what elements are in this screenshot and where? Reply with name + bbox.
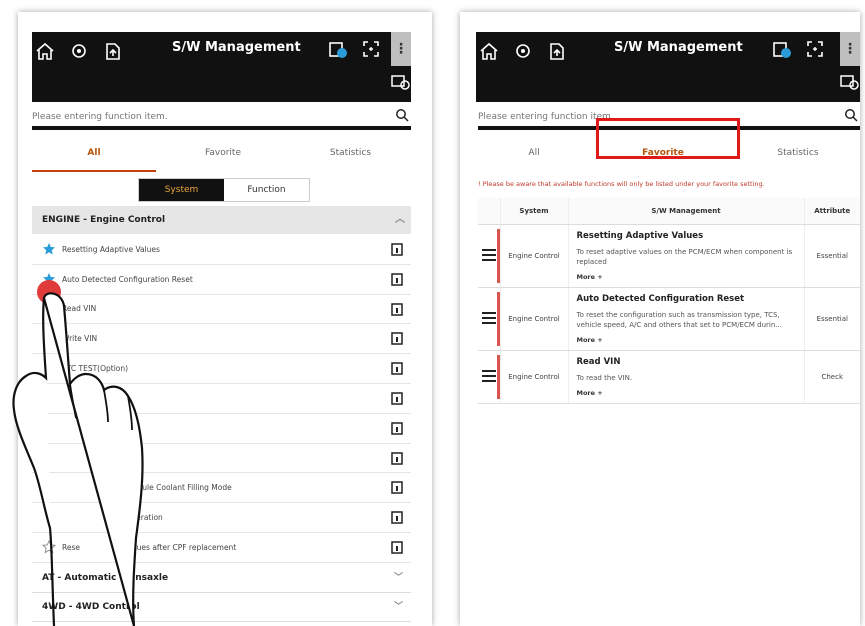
home-icon[interactable] <box>478 40 500 62</box>
system-cell: Engine Control <box>499 287 568 351</box>
list-item-label: Resetting Adaptive Values <box>62 244 160 254</box>
upload-doc-icon[interactable] <box>546 40 568 62</box>
info-icon[interactable] <box>391 362 403 375</box>
sw-cell: Read VIN To read the VIN. More + <box>567 350 804 404</box>
settings-icon[interactable] <box>512 40 534 62</box>
app-header: S/W Management ⋮ <box>32 32 411 102</box>
function-toggle-button[interactable]: Function <box>224 179 309 201</box>
row-accent-bar <box>496 228 500 283</box>
sw-title: Resetting Adaptive Values <box>576 230 704 241</box>
search-input[interactable] <box>32 106 372 128</box>
fullscreen-icon[interactable] <box>360 38 382 60</box>
vehicle-connect-icon[interactable] <box>838 70 860 92</box>
favorite-tab-highlight <box>596 118 740 159</box>
row-accent-bar <box>496 291 500 346</box>
sw-title: Auto Detected Configuration Reset <box>576 293 745 304</box>
sw-title: Read VIN <box>576 356 621 367</box>
favorite-table: System S/W Management Attribute Engine C… <box>478 198 860 404</box>
vehicle-info-icon[interactable] <box>326 38 348 60</box>
row-accent-bar <box>496 354 500 399</box>
favorite-notice: ! Please be aware that available functio… <box>478 180 765 188</box>
chevron-up-icon[interactable]: ︿ <box>395 206 405 234</box>
info-icon[interactable] <box>391 273 403 286</box>
chevron-down-icon[interactable]: ﹀ <box>394 593 403 622</box>
drag-handle[interactable] <box>478 287 500 351</box>
handle-column-header <box>478 198 500 225</box>
drag-handle[interactable] <box>478 224 500 288</box>
system-cell: Engine Control <box>499 224 568 288</box>
group-header-engine[interactable]: ENGINE - Engine Control ︿ <box>32 206 411 234</box>
info-icon[interactable] <box>391 511 403 524</box>
sw-cell: Auto Detected Configuration Reset To res… <box>567 287 804 351</box>
search-icon[interactable] <box>395 108 409 122</box>
sw-description: To reset the configuration such as trans… <box>576 310 782 329</box>
group-title: ENGINE - Engine Control <box>42 215 166 225</box>
more-link[interactable]: More + <box>577 273 798 281</box>
search-bar <box>32 104 411 130</box>
more-menu-icon[interactable]: ⋮ <box>840 32 860 66</box>
attribute-cell: Essential <box>803 224 860 288</box>
system-toggle-button[interactable]: System <box>139 179 224 201</box>
system-column-header: System <box>499 198 568 225</box>
info-icon[interactable] <box>391 392 403 405</box>
sw-description: To read the VIN. <box>576 373 633 382</box>
more-link[interactable]: More + <box>577 336 798 344</box>
info-icon[interactable] <box>391 332 403 346</box>
table-row[interactable]: Engine Control Auto Detected Configurati… <box>478 287 860 351</box>
info-icon[interactable] <box>391 481 403 495</box>
more-menu-icon[interactable]: ⋮ <box>391 32 411 66</box>
info-icon[interactable] <box>391 541 403 554</box>
attribute-cell: Check <box>803 350 860 404</box>
tap-gesture-hand-icon <box>12 280 144 626</box>
home-icon[interactable] <box>34 40 56 62</box>
tab-statistics[interactable]: Statistics <box>736 138 860 172</box>
info-icon[interactable] <box>391 422 403 435</box>
page-title: S/W Management <box>172 40 301 55</box>
settings-icon[interactable] <box>68 40 90 62</box>
view-toggle: System Function <box>138 178 310 202</box>
more-link[interactable]: More + <box>577 389 798 397</box>
sw-cell: Resetting Adaptive Values To reset adapt… <box>567 224 804 288</box>
search-icon[interactable] <box>844 108 858 122</box>
drag-handle-icon[interactable] <box>481 248 496 261</box>
table-row[interactable]: Engine Control Resetting Adaptive Values… <box>478 224 860 288</box>
sw-column-header: S/W Management <box>567 198 804 225</box>
drag-handle-icon[interactable] <box>481 311 496 324</box>
vehicle-connect-icon[interactable] <box>389 70 411 92</box>
info-icon[interactable] <box>391 302 403 316</box>
page-title: S/W Management <box>614 40 743 55</box>
upload-doc-icon[interactable] <box>102 40 124 62</box>
star-filled-icon[interactable] <box>42 242 56 256</box>
attribute-column-header: Attribute <box>803 198 860 225</box>
tab-statistics[interactable]: Statistics <box>290 138 411 172</box>
fullscreen-icon[interactable] <box>804 38 826 60</box>
info-icon[interactable] <box>391 451 403 465</box>
drag-handle[interactable] <box>478 350 500 404</box>
tab-all[interactable]: All <box>32 138 156 172</box>
system-cell: Engine Control <box>499 350 568 404</box>
drag-handle-icon[interactable] <box>481 369 496 382</box>
tab-bar: All Favorite Statistics <box>32 138 411 172</box>
chevron-down-icon[interactable]: ﹀ <box>394 564 403 593</box>
vehicle-info-icon[interactable] <box>770 38 792 60</box>
app-header: S/W Management ⋮ <box>476 32 860 102</box>
info-icon[interactable] <box>391 243 403 256</box>
table-row[interactable]: Engine Control Read VIN To read the VIN.… <box>478 350 860 404</box>
tab-favorite[interactable]: Favorite <box>156 138 290 172</box>
tab-all[interactable]: All <box>478 138 590 172</box>
sw-description: To reset adaptive values on the PCM/ECM … <box>576 247 793 266</box>
list-item[interactable]: Resetting Adaptive Values <box>32 235 411 265</box>
attribute-cell: Essential <box>803 287 860 351</box>
right-screen: S/W Management ⋮ All Favorite Statistics… <box>460 12 860 626</box>
